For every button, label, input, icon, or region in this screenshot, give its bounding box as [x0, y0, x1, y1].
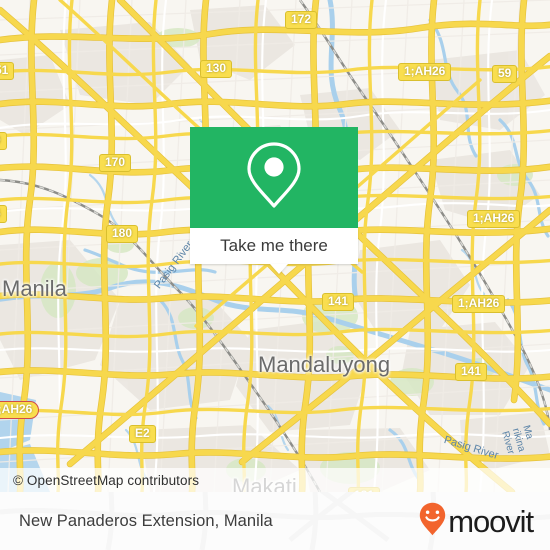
map-screen: .bu{fill:#ebe7e1} .gr{fill:#d7e8c4} .wt{…	[0, 0, 550, 550]
moovit-wordmark: moovit	[448, 503, 534, 539]
place-title: New Panaderos Extension, Manila	[19, 511, 273, 530]
road-shield: 141	[455, 363, 488, 381]
take-me-there-button[interactable]: Take me there	[190, 228, 358, 264]
osm-attribution-text: © OpenStreetMap contributors	[13, 472, 200, 488]
road-shield: 1;AH26	[467, 210, 521, 228]
take-me-there-label: Take me there	[220, 236, 328, 255]
road-shield: 170	[99, 154, 132, 172]
footer-bar: New Panaderos Extension, Manila moovit	[0, 492, 550, 550]
road-shield: 0;AH26	[0, 401, 40, 419]
road-shield: 0	[0, 132, 7, 150]
road-shield: 6	[0, 205, 7, 223]
map-pin-icon	[245, 140, 303, 215]
road-shield: 59	[492, 65, 518, 83]
location-callout[interactable]: Take me there	[190, 127, 358, 274]
osm-attribution[interactable]: © OpenStreetMap contributors	[0, 468, 550, 492]
moovit-logo[interactable]: moovit	[419, 502, 534, 541]
road-shield: 130	[200, 60, 233, 78]
callout-icon-panel	[190, 127, 358, 228]
road-shield: 172	[285, 11, 318, 29]
road-shield: 51	[0, 62, 15, 80]
road-shield: 1;AH26	[452, 295, 506, 313]
callout-pointer	[270, 264, 288, 274]
road-shield: 1;AH26	[398, 63, 452, 81]
moovit-smiley-pin-icon	[419, 502, 446, 541]
road-shield: 141	[322, 293, 355, 311]
road-shield: E2	[129, 425, 156, 443]
road-shield: 180	[106, 225, 139, 243]
